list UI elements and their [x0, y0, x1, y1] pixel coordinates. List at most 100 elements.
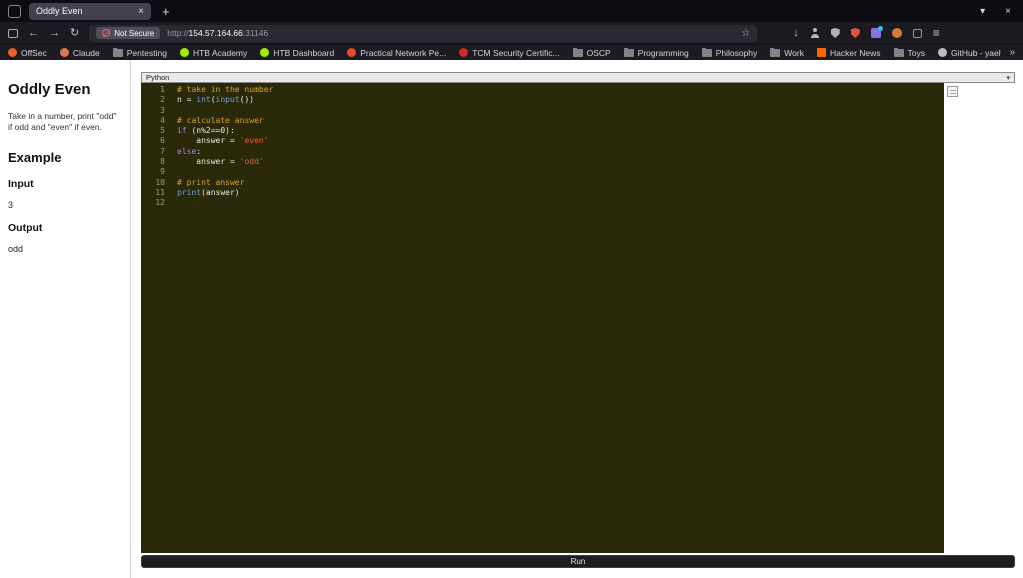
url-bar[interactable]: Not Secure http://154.57.164.66:31146 ☆ [89, 24, 758, 42]
bookmark-label: Practical Network Pe... [360, 47, 447, 58]
problem-sidebar: Oddly Even Take in a number, print "odd"… [0, 60, 131, 578]
folder-icon [572, 47, 583, 57]
language-selected-value: Python [146, 73, 170, 82]
code-line: # calculate answer [177, 115, 264, 125]
line-number: 2 [160, 95, 165, 105]
folder-icon [770, 47, 781, 57]
url-host: 154.57.164.66 [188, 28, 243, 38]
account-icon[interactable] [810, 28, 820, 38]
bookmark-item[interactable]: Claude [59, 47, 100, 58]
code-line: print(answer) [177, 187, 240, 197]
firefox-view-icon[interactable] [8, 4, 21, 18]
editor-code[interactable]: # take in the number n = int(input()) # c… [171, 83, 944, 553]
bookmark-label: Programming [637, 47, 689, 58]
line-number: 1 [160, 85, 165, 94]
line-number: 4 [160, 115, 165, 125]
folder-icon [893, 47, 904, 57]
code-line: answer = 'odd' [177, 157, 264, 167]
code-line: # print answer [177, 177, 245, 187]
editor-surface[interactable]: 1 2 3 4 5 6 7 8 9 10 11 12 # take in the number n = … [141, 83, 1015, 553]
bookmark-item[interactable]: Philosophy [701, 47, 758, 58]
close-window-icon[interactable]: × [1005, 6, 1011, 17]
shield-icon[interactable] [830, 28, 840, 38]
menu-icon[interactable]: ≡ [933, 26, 940, 40]
bookmark-item[interactable]: Toys [893, 47, 925, 58]
bookmark-label: GitHub - yaelwrites/B... [951, 47, 1001, 58]
ublock-icon[interactable] [850, 28, 860, 38]
code-editor: Python ▾ 1 2 3 4 5 6 7 8 9 10 11 12 # take in the n… [141, 72, 1015, 568]
extensions-icon[interactable] [870, 26, 883, 38]
bookmark-label: Pentesting [126, 47, 167, 58]
reload-button[interactable]: ↻ [70, 27, 79, 39]
problem-description: Take in a number, print "odd" if odd and… [8, 111, 117, 133]
bookmark-item[interactable]: TCM Security Certific... [459, 47, 560, 58]
bookmark-item[interactable]: Hacker News [816, 48, 881, 58]
forward-button[interactable]: → [49, 27, 60, 39]
favicon-icon [260, 48, 270, 57]
folder-icon [112, 47, 123, 57]
favicon-icon [459, 48, 469, 57]
bookmark-item[interactable]: Practical Network Pe... [347, 48, 446, 58]
run-label: Run [570, 557, 586, 566]
not-secure-badge[interactable]: Not Secure [96, 27, 161, 39]
favicon-icon [8, 48, 17, 57]
bookmark-item[interactable]: GitHub - yaelwrites/B... [938, 48, 1001, 58]
bookmark-label: Philosophy [715, 47, 758, 58]
tab-list-chevron-icon[interactable]: ▾ [980, 6, 985, 17]
tab-oddly-even[interactable]: Oddly Even × [29, 2, 151, 20]
line-number: 6 [160, 136, 165, 146]
input-heading: Input [8, 178, 34, 191]
code-line: answer = 'even' [177, 136, 269, 146]
minimap-icon [947, 86, 958, 97]
profile-avatar-icon[interactable] [891, 28, 902, 38]
bookmark-item[interactable]: Pentesting [112, 47, 167, 58]
tab-title: Oddly Even [36, 6, 83, 16]
run-button[interactable]: Run [141, 555, 1015, 568]
line-number: 3 [160, 105, 165, 115]
select-chevron-icon: ▾ [1006, 74, 1010, 82]
navigation-bar: ← → ↻ Not Secure http://154.57.164.66:31… [0, 22, 1023, 44]
code-line: # take in the number [177, 85, 274, 94]
bookmark-item[interactable]: Work [770, 47, 804, 58]
favicon-icon [59, 48, 69, 57]
bookmark-star-icon[interactable]: ☆ [741, 28, 750, 39]
bookmarks-bar: OffSec Claude Pentesting HTB Academy HTB Das… [0, 44, 1023, 60]
bookmark-item[interactable]: OffSec [8, 48, 47, 58]
line-number: 5 [160, 126, 165, 136]
bookmark-item[interactable]: HTB Academy [179, 48, 247, 58]
code-line: n = int(input()) [177, 95, 255, 105]
url-text: http://154.57.164.66:31146 [167, 28, 268, 38]
line-number: 10 [155, 177, 165, 187]
example-heading: Example [8, 150, 62, 166]
bookmarks-list: OffSec Claude Pentesting HTB Academy HTB Das… [8, 47, 1001, 58]
editor-gutter: 1 2 3 4 5 6 7 8 9 10 11 12 [141, 83, 171, 553]
download-icon[interactable]: ↓ [793, 27, 799, 39]
folder-icon [701, 47, 712, 57]
bookmark-label: Claude [72, 47, 100, 58]
code-line: if (n%2==0): [177, 126, 235, 136]
editor-scrollbar[interactable] [944, 83, 1015, 553]
bookmark-item[interactable]: Programming [623, 47, 689, 58]
browser-chrome: Oddly Even × + ▾ × ← → ↻ Not Secure http… [0, 0, 1023, 60]
new-tab-button[interactable]: + [153, 4, 179, 19]
bookmark-item[interactable]: OSCP [572, 47, 611, 58]
folder-icon [623, 47, 634, 57]
close-tab-icon[interactable]: × [138, 6, 144, 17]
bookmark-label: OffSec [21, 47, 47, 58]
url-port: :31146 [242, 28, 269, 38]
bookmarks-overflow-icon[interactable]: » [1001, 47, 1015, 58]
back-button[interactable]: ← [28, 27, 39, 39]
tab-bar: Oddly Even × + ▾ × [0, 0, 1023, 22]
screenshot-tool-icon[interactable] [912, 28, 922, 38]
window-icon[interactable] [8, 28, 18, 38]
line-number: 11 [155, 187, 165, 197]
favicon-icon [816, 48, 826, 57]
bookmark-label: HTB Dashboard [273, 47, 335, 58]
bookmark-label: TCM Security Certific... [472, 47, 560, 58]
bookmark-item[interactable]: HTB Dashboard [260, 48, 334, 58]
line-number: 8 [160, 157, 165, 167]
favicon-icon [938, 48, 948, 57]
url-scheme: http:// [167, 28, 189, 38]
language-select[interactable]: Python ▾ [141, 72, 1015, 83]
